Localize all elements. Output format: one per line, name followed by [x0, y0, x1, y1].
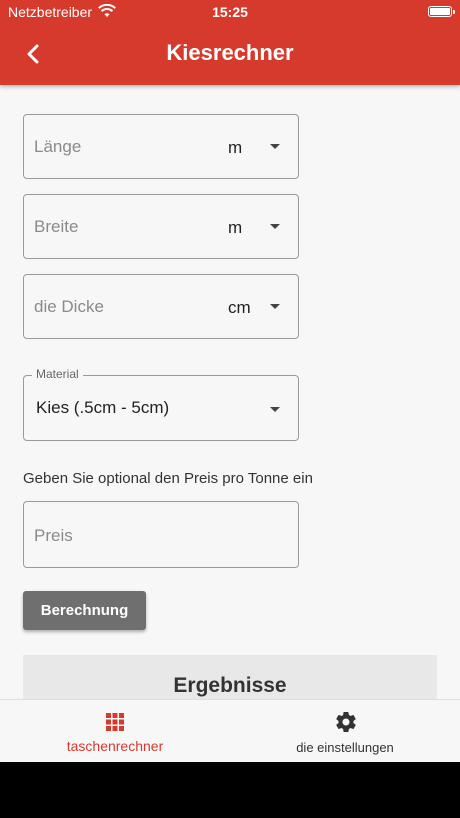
tab-label: die einstellungen — [296, 740, 394, 755]
gear-icon — [336, 712, 356, 733]
tab-einstellungen[interactable]: die einstellungen — [230, 700, 460, 762]
app-bar: Netzbetreiber 15:25 Kiesrechner — [0, 0, 460, 85]
tab-label: taschenrechner — [66, 738, 164, 754]
price-input[interactable]: Preis — [23, 501, 299, 568]
width-unit[interactable]: m — [228, 218, 242, 238]
price-placeholder: Preis — [34, 526, 73, 545]
material-value: Kies (.5cm - 5cm) — [36, 398, 170, 417]
length-unit[interactable]: m — [228, 138, 242, 158]
material-label: Material — [32, 367, 83, 381]
status-bar: Netzbetreiber 15:25 — [0, 0, 460, 24]
width-field[interactable]: Breite m — [23, 194, 299, 259]
chevron-down-icon[interactable] — [270, 304, 280, 309]
thickness-placeholder: die Dicke — [34, 297, 104, 316]
clock: 15:25 — [212, 4, 248, 20]
price-hint: Geben Sie optional den Preis pro Tonne e… — [23, 470, 313, 487]
screen: Netzbetreiber 15:25 Kiesrechner Länge m … — [0, 0, 460, 762]
tab-taschenrechner[interactable]: taschenrechner — [0, 700, 230, 762]
length-placeholder: Länge — [34, 137, 82, 156]
length-field[interactable]: Länge m — [23, 114, 299, 179]
bottom-nav: taschenrechner die einstellungen — [0, 699, 460, 762]
calculate-button[interactable]: Berechnung — [23, 591, 146, 630]
battery-icon — [428, 6, 455, 17]
thickness-unit[interactable]: cm — [228, 298, 251, 318]
material-select[interactable]: Material Kies (.5cm - 5cm) — [23, 367, 299, 441]
grid-icon — [106, 713, 124, 731]
width-placeholder: Breite — [34, 217, 79, 236]
thickness-field[interactable]: die Dicke cm — [23, 274, 299, 339]
chevron-down-icon[interactable] — [270, 224, 280, 229]
chevron-down-icon[interactable] — [270, 144, 280, 149]
chevron-down-icon[interactable] — [270, 407, 280, 412]
results-title: Ergebnisse — [173, 674, 287, 697]
page-title: Kiesrechner — [166, 40, 294, 65]
